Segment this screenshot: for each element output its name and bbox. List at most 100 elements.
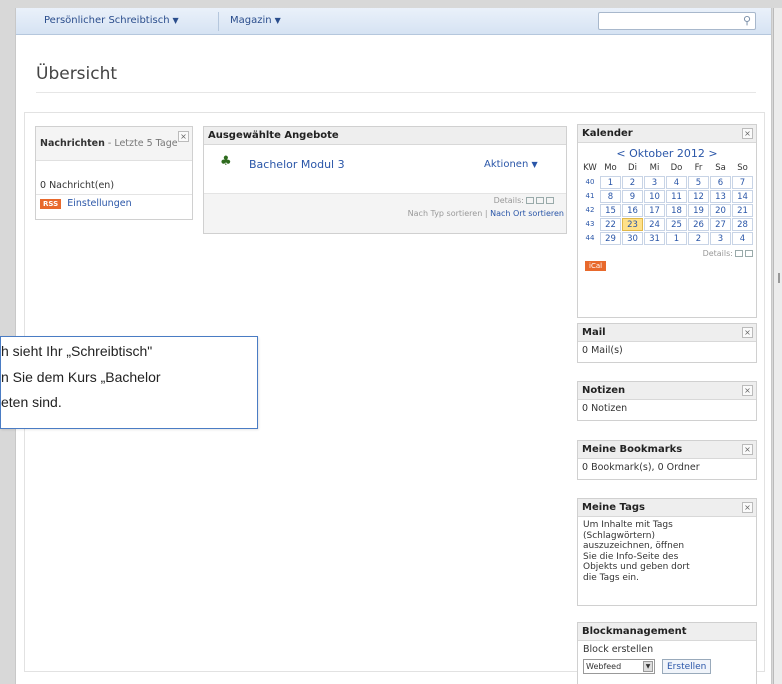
calendar-day[interactable]: 19 [688,204,709,217]
view-list-icon[interactable] [526,197,534,204]
calendar-day[interactable]: 14 [732,190,753,203]
close-icon[interactable]: × [742,385,753,396]
scroll-marker [778,273,780,283]
calendar-day[interactable]: 4 [732,232,753,245]
calendar-day[interactable]: 24 [644,218,665,231]
calendar-day[interactable]: 8 [600,190,621,203]
chevron-down-icon: ▼ [531,160,538,169]
ical-badge[interactable]: iCal [585,261,607,271]
calendar-weekday-header: Mi [649,163,660,173]
calendar-day[interactable]: 29 [600,232,621,245]
calendar-day[interactable]: 7 [732,176,753,189]
calendar-day[interactable]: 1 [666,232,687,245]
close-icon[interactable]: × [178,131,189,142]
close-icon[interactable]: × [742,128,753,139]
sort-place-link[interactable]: Nach Ort sortieren [490,209,564,218]
tags-title: Meine Tags [582,502,645,513]
sort-type-link[interactable]: Nach Typ sortieren [408,209,483,218]
scrollbar-edge[interactable] [773,8,782,684]
view-list-icon[interactable] [735,250,743,257]
bookmarks-header: Meine Bookmarks × [578,441,756,459]
view-detail-icon[interactable] [745,250,753,257]
create-block-button[interactable]: Erstellen [662,659,712,674]
calendar-day[interactable]: 1 [600,176,621,189]
calendar-day[interactable]: 26 [688,218,709,231]
nav-magazine[interactable]: Magazin ▼ [230,15,281,26]
news-settings-link[interactable]: Einstellungen [67,198,131,209]
tags-line: (Schlagwörtern) [583,530,655,541]
calendar-day[interactable]: 3 [710,232,731,245]
close-icon[interactable]: × [742,502,753,513]
calendar-week-number[interactable]: 42 [581,204,599,217]
offers-footer: Details: Nach Typ sortieren | Nach Ort s… [204,193,566,233]
calendar-week-number[interactable]: 43 [581,218,599,231]
calendar-details: Details: [581,249,753,258]
calendar-day[interactable]: 9 [622,190,643,203]
calendar-day[interactable]: 20 [710,204,731,217]
notes-count: 0 Notizen [582,403,628,414]
offers-sort: Nach Typ sortieren | Nach Ort sortieren [408,209,564,218]
calendar-week-number[interactable]: 44 [581,232,599,245]
calendar-day[interactable]: 23 [622,218,643,231]
actions-menu[interactable]: Aktionen ▼ [484,159,538,170]
calendar-day[interactable]: 11 [666,190,687,203]
calendar-day[interactable]: 17 [644,204,665,217]
annotation-callout: h sieht Ihr „Schreibtisch" n Sie dem Kur… [0,336,258,429]
calendar-day[interactable]: 4 [666,176,687,189]
calendar-day[interactable]: 31 [644,232,665,245]
calendar-day[interactable]: 10 [644,190,665,203]
calendar-day[interactable]: 2 [688,232,709,245]
bookmarks-count: 0 Bookmark(s), 0 Ordner [582,462,700,473]
news-header: × Nachrichten - Letzte 5 Tage [36,127,192,161]
search-input[interactable] [599,13,737,29]
calendar-day[interactable]: 22 [600,218,621,231]
notes-block: Notizen × 0 Notizen [577,381,757,421]
course-icon: ♣ [220,154,232,169]
chevron-down-icon[interactable]: ▼ [643,661,653,672]
offers-block: Ausgewählte Angebote ♣ Bachelor Modul 3 … [203,126,567,234]
tags-header: Meine Tags × [578,499,756,517]
calendar-prev[interactable]: < [616,147,625,160]
news-block: × Nachrichten - Letzte 5 Tage 0 Nachrich… [35,126,193,220]
close-icon[interactable]: × [742,444,753,455]
blockmanagement-header: Blockmanagement [578,623,756,641]
chevron-down-icon: ▼ [172,16,179,25]
calendar-week-number[interactable]: 40 [581,176,599,189]
nav-desk-label: Persönlicher Schreibtisch [44,15,170,26]
bookmarks-block: Meine Bookmarks × 0 Bookmark(s), 0 Ordner [577,440,757,480]
tags-line: Um Inhalte mit Tags [583,520,673,530]
calendar-day[interactable]: 12 [688,190,709,203]
news-subtitle: - Letzte 5 Tage [107,138,178,149]
search-icon[interactable]: ⚲ [743,14,751,27]
search-box[interactable]: ⚲ [598,12,756,30]
calendar-day[interactable]: 21 [732,204,753,217]
rss-badge[interactable]: RSS [40,199,62,209]
calendar-day[interactable]: 30 [622,232,643,245]
nav-desk[interactable]: Persönlicher Schreibtisch ▼ [44,15,179,26]
calendar-day[interactable]: 25 [666,218,687,231]
details-label: Details: [493,196,524,205]
sort-separator: | [484,209,488,218]
block-create-label: Block erstellen [583,644,654,655]
offer-item-link[interactable]: Bachelor Modul 3 [249,158,345,171]
calendar-weekday-header: Sa [715,163,726,173]
calendar-day[interactable]: 28 [732,218,753,231]
calendar-day[interactable]: 5 [688,176,709,189]
view-detail-icon[interactable] [536,197,544,204]
actions-label: Aktionen [484,159,529,170]
calendar-day[interactable]: 13 [710,190,731,203]
calendar-day[interactable]: 3 [644,176,665,189]
view-full-icon[interactable] [546,197,554,204]
calendar-day[interactable]: 16 [622,204,643,217]
calendar-day[interactable]: 18 [666,204,687,217]
calendar-day[interactable]: 6 [710,176,731,189]
calendar-day[interactable]: 2 [622,176,643,189]
calendar-next[interactable]: > [708,147,717,160]
calendar-day[interactable]: 15 [600,204,621,217]
close-icon[interactable]: × [742,327,753,338]
page-title: Übersicht [36,64,118,84]
block-type-select[interactable]: Webfeed ▼ [583,659,655,674]
calendar-day[interactable]: 27 [710,218,731,231]
tags-text: Um Inhalte mit Tags (Schlagwörtern) ausz… [578,517,756,586]
calendar-week-number[interactable]: 41 [581,190,599,203]
